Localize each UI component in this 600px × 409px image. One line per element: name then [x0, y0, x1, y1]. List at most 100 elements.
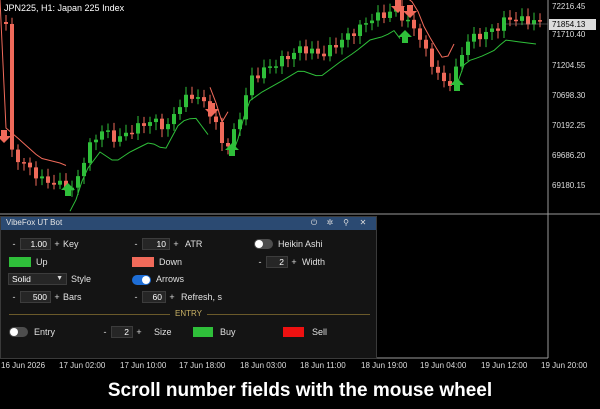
entry-divider-right — [207, 314, 370, 315]
bars-increment-button[interactable]: + — [51, 291, 63, 303]
key-input[interactable]: 1.00 — [20, 238, 51, 250]
time-label: 17 Jun 02:00 — [59, 361, 106, 370]
size-increment-button[interactable]: + — [133, 326, 145, 338]
candle-body — [112, 130, 116, 142]
atr-decrement-button[interactable]: - — [130, 238, 142, 250]
time-label: 17 Jun 10:00 — [120, 361, 167, 370]
key-stepper[interactable]: - 1.00 + — [8, 238, 63, 250]
candle-body — [88, 142, 92, 163]
down-label: Down — [159, 257, 183, 267]
width-stepper[interactable]: - 2 + — [254, 256, 300, 268]
key-decrement-button[interactable]: - — [8, 238, 20, 250]
size-decrement-button[interactable]: - — [99, 326, 111, 338]
candle-body — [490, 28, 494, 32]
chart-title: JPN225, H1: Japan 225 Index — [4, 3, 125, 13]
candle-body — [352, 33, 356, 36]
bars-input[interactable]: 500 — [20, 291, 51, 303]
candle-body — [268, 66, 272, 68]
candle-body — [376, 12, 380, 21]
key-increment-button[interactable]: + — [51, 238, 63, 250]
candle-body — [370, 20, 374, 24]
heikin-ashi-toggle[interactable] — [254, 239, 273, 249]
candle-body — [388, 11, 392, 18]
style-select[interactable]: Solid ▼ — [8, 273, 67, 285]
time-label: 19 Jun 12:00 — [481, 361, 528, 370]
heikin-ashi-label: Heikin Ashi — [278, 239, 323, 249]
entry-toggle[interactable] — [9, 327, 28, 337]
close-icon[interactable]: ✕ — [358, 218, 368, 227]
key-label: Key — [63, 239, 79, 249]
toggle-knob — [142, 276, 150, 284]
refresh-label: Refresh, s — [181, 292, 223, 302]
bars-stepper[interactable]: - 500 + — [8, 291, 63, 303]
candle-body — [46, 176, 50, 183]
caption-banner: Scroll number fields with the mouse whee… — [0, 372, 600, 409]
candle-body — [52, 182, 56, 185]
candle-body — [58, 180, 62, 185]
candle-body — [412, 19, 416, 29]
sell-label: Sell — [312, 327, 328, 337]
candle-body — [4, 22, 8, 24]
down-color-swatch[interactable] — [132, 257, 154, 267]
candle-body — [472, 33, 476, 42]
pin-icon[interactable]: ⚲ — [341, 218, 351, 227]
width-input[interactable]: 2 — [266, 256, 288, 268]
candle-body — [10, 23, 14, 150]
bars-decrement-button[interactable]: - — [8, 291, 20, 303]
price-label: 70192.25 — [552, 121, 586, 130]
sell-color-swatch[interactable] — [283, 327, 304, 337]
candle-body — [166, 124, 170, 130]
price-label: 72216.45 — [552, 2, 586, 11]
candle-body — [142, 123, 146, 126]
candle-body — [40, 176, 44, 179]
price-label: 71204.55 — [552, 61, 586, 70]
candle-body — [448, 81, 452, 86]
buy-label: Buy — [220, 327, 236, 337]
buy-color-swatch[interactable] — [193, 327, 213, 337]
settings-icon[interactable]: ✲ — [325, 218, 335, 227]
candle-body — [286, 56, 290, 60]
candle-body — [484, 31, 488, 40]
price-label: 70698.30 — [552, 91, 586, 100]
refresh-increment-button[interactable]: + — [166, 291, 178, 303]
candle-body — [316, 48, 320, 54]
atr-stepper[interactable]: - 10 + — [130, 238, 182, 250]
candle-body — [220, 122, 224, 144]
candle-body — [76, 176, 80, 188]
candle-body — [196, 97, 200, 99]
candle-body — [478, 33, 482, 40]
ut-bot-panel: VibeFox UT Bot ⏻ ✲ ⚲ ✕ - 1.00 + Key - 10… — [0, 216, 377, 359]
candle-body — [130, 132, 134, 135]
up-color-swatch[interactable] — [9, 257, 31, 267]
arrows-toggle[interactable] — [132, 275, 151, 285]
candle-body — [328, 45, 332, 57]
chevron-down-icon: ▼ — [56, 275, 63, 282]
panel-header[interactable]: VibeFox UT Bot ⏻ ✲ ⚲ ✕ — [1, 217, 376, 230]
time-label: 17 Jun 18:00 — [179, 361, 226, 370]
candle-body — [202, 97, 206, 102]
current-price-label: 71854.13 — [549, 19, 596, 30]
price-label: 71710.40 — [552, 30, 586, 39]
atr-increment-button[interactable]: + — [170, 238, 182, 250]
refresh-stepper[interactable]: - 60 + — [130, 291, 178, 303]
candle-body — [118, 136, 122, 142]
candle-body — [340, 39, 344, 48]
candle-body — [520, 16, 524, 21]
bars-label: Bars — [63, 292, 82, 302]
time-label: 18 Jun 19:00 — [361, 361, 408, 370]
toggle-knob — [10, 328, 18, 336]
refresh-decrement-button[interactable]: - — [130, 291, 142, 303]
candle-body — [466, 41, 470, 56]
candle-body — [442, 72, 446, 82]
size-stepper[interactable]: - 2 + — [99, 326, 145, 338]
atr-label: ATR — [185, 239, 203, 249]
buy-signal-arrow — [61, 183, 75, 196]
size-input[interactable]: 2 — [111, 326, 133, 338]
atr-input[interactable]: 10 — [142, 238, 170, 250]
power-icon[interactable]: ⏻ — [309, 218, 319, 228]
toggle-knob — [255, 240, 263, 248]
width-decrement-button[interactable]: - — [254, 256, 266, 268]
style-label: Style — [71, 274, 92, 284]
refresh-input[interactable]: 60 — [142, 291, 166, 303]
width-increment-button[interactable]: + — [288, 256, 300, 268]
